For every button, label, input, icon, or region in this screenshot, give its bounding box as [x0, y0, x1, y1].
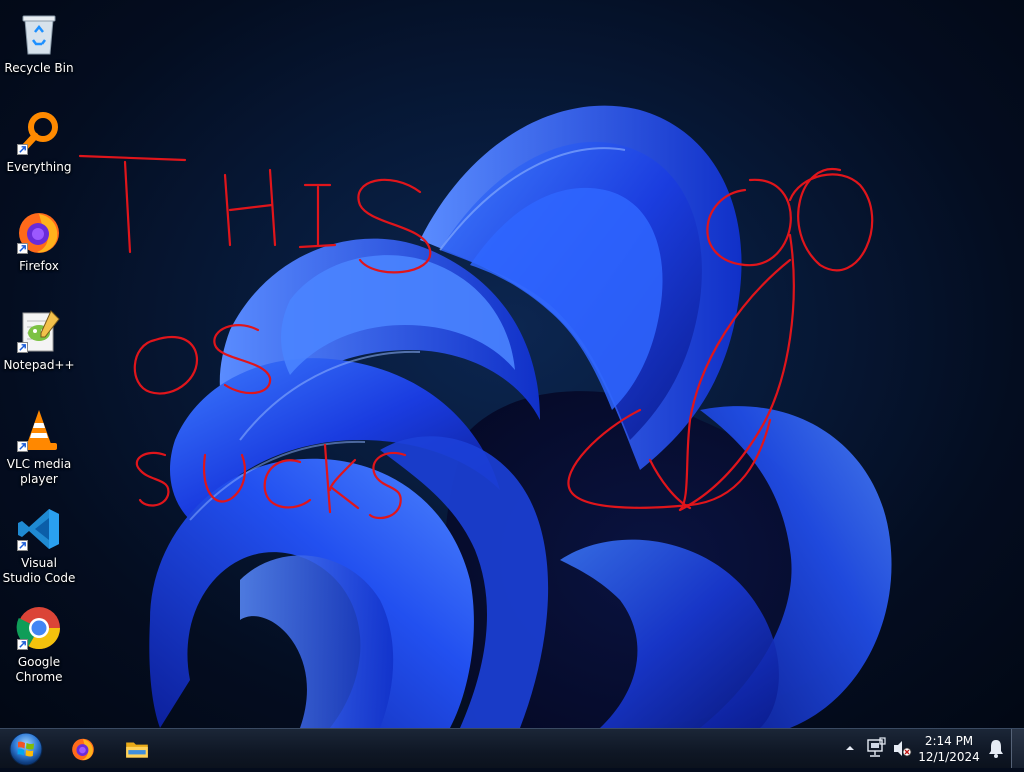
desktop-icon-everything[interactable]: Everything — [0, 103, 78, 175]
desktop-icon-label: Firefox — [19, 259, 59, 273]
vlc-cone-icon — [15, 406, 63, 454]
desktop-icon-vlc[interactable]: VLC media player — [0, 400, 78, 487]
firefox-icon — [72, 738, 94, 761]
volume-muted-icon — [894, 741, 912, 757]
show-desktop-button[interactable] — [1011, 729, 1024, 768]
clock-time: 2:14 PM — [924, 734, 974, 748]
recycle-bin-icon — [15, 10, 63, 58]
network-icon — [867, 737, 886, 757]
desktop-icon-recycle-bin[interactable]: Recycle Bin — [0, 4, 78, 76]
vscode-icon — [15, 505, 63, 553]
start-orb-icon — [9, 732, 43, 766]
desktop-icon-visual-studio-code[interactable]: Visual Studio Code — [0, 499, 78, 586]
shortcut-arrow-icon — [17, 243, 28, 254]
desktop-icon-google-chrome[interactable]: Google Chrome — [0, 598, 78, 685]
start-button[interactable] — [6, 730, 46, 768]
desktop-icon-label: Recycle Bin — [4, 61, 74, 75]
chevron-up-icon — [846, 746, 854, 750]
everything-search-icon — [15, 109, 63, 157]
desktop-icon-label: VLC media player — [6, 457, 72, 486]
chrome-icon — [15, 604, 63, 652]
taskbar-file-explorer-button[interactable] — [115, 731, 159, 767]
notifications-button[interactable] — [984, 729, 1008, 768]
taskbar-firefox-button[interactable] — [61, 731, 105, 767]
notepad-plus-plus-icon — [15, 307, 63, 355]
taskbar: 2:14 PM 12/1/2024 — [0, 728, 1024, 768]
bell-icon — [989, 740, 1003, 758]
network-button[interactable] — [864, 729, 888, 768]
desktop-icon-label: Everything — [6, 160, 72, 174]
desktop-icon-label: Google Chrome — [15, 655, 63, 684]
file-explorer-icon — [126, 742, 148, 758]
show-hidden-icons-button[interactable] — [840, 729, 860, 768]
shortcut-arrow-icon — [17, 441, 28, 452]
firefox-icon — [15, 208, 63, 256]
desktop-icon-label: Visual Studio Code — [2, 556, 76, 585]
clock-date: 12/1/2024 — [918, 750, 980, 764]
system-tray: 2:14 PM 12/1/2024 — [824, 729, 1024, 768]
desktop-icon-label: Notepad++ — [3, 358, 75, 372]
desktop-icon-firefox[interactable]: Firefox — [0, 202, 78, 274]
desktop-icon-notepad-plus-plus[interactable]: Notepad++ — [0, 301, 78, 373]
taskbar-clock[interactable]: 2:14 PM 12/1/2024 — [918, 733, 980, 765]
shortcut-arrow-icon — [17, 342, 28, 353]
shortcut-arrow-icon — [17, 144, 28, 155]
windows-11-bloom-wallpaper — [149, 105, 892, 728]
volume-button[interactable] — [890, 729, 914, 768]
shortcut-arrow-icon — [17, 540, 28, 551]
shortcut-arrow-icon — [17, 639, 28, 650]
desktop[interactable]: Recycle Bin Everything Firefox Notepad++… — [0, 0, 1024, 728]
